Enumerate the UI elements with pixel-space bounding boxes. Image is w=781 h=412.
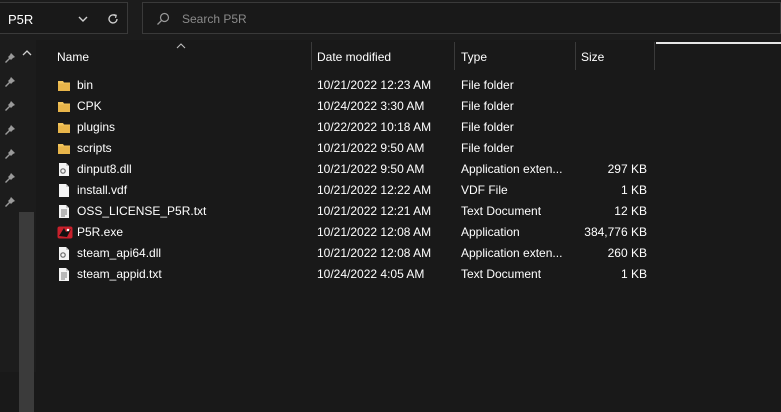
file-row[interactable]: scripts 10/21/2022 9:50 AM File folder	[36, 138, 781, 159]
file-date: 10/21/2022 9:50 AM	[317, 141, 425, 155]
file-size: 12 KB	[614, 204, 647, 218]
file-name: steam_api64.dll	[77, 246, 162, 260]
folder-icon	[57, 99, 71, 114]
search-input[interactable]: Search P5R	[182, 12, 247, 26]
file-type: File folder	[461, 120, 514, 134]
file-row[interactable]: CPK 10/24/2022 3:30 AM File folder	[36, 96, 781, 117]
file-type: Text Document	[461, 204, 542, 218]
file-list: bin 10/21/2022 12:23 AM File folder CPK …	[36, 75, 781, 285]
column-size[interactable]: Size	[581, 42, 604, 70]
file-row[interactable]: plugins 10/22/2022 10:18 AM File folder	[36, 117, 781, 138]
file-size: 297 KB	[607, 162, 647, 176]
file-type: File folder	[461, 78, 514, 92]
pin-icon[interactable]	[4, 148, 16, 160]
column-divider[interactable]	[311, 42, 312, 70]
file-size: 384,776 KB	[584, 225, 647, 239]
file-name: install.vdf	[77, 183, 128, 197]
file-row[interactable]: steam_api64.dll 10/21/2022 12:08 AM Appl…	[36, 243, 781, 264]
column-name[interactable]: Name	[57, 42, 89, 70]
toolbar: P5R Search P5R	[0, 0, 781, 40]
file-date: 10/21/2022 12:21 AM	[317, 204, 432, 218]
file-name: steam_appid.txt	[77, 267, 162, 281]
search-box[interactable]: Search P5R	[142, 2, 781, 34]
sort-ascending-icon	[176, 43, 186, 49]
navigation-pane	[0, 40, 36, 412]
file-type: VDF File	[461, 183, 508, 197]
file-date: 10/21/2022 9:50 AM	[317, 162, 425, 176]
pin-icon[interactable]	[4, 52, 16, 64]
column-divider[interactable]	[454, 42, 455, 70]
file-name: P5R.exe	[77, 225, 124, 239]
file-name: CPK	[77, 99, 102, 113]
file-date: 10/22/2022 10:18 AM	[317, 120, 432, 134]
file-date: 10/24/2022 4:05 AM	[317, 267, 425, 281]
file-name: dinput8.dll	[77, 162, 132, 176]
file-date: 10/21/2022 12:22 AM	[317, 183, 432, 197]
pin-icon[interactable]	[4, 100, 16, 112]
column-date-modified[interactable]: Date modified	[317, 42, 391, 70]
file-icon	[57, 183, 71, 198]
file-date: 10/21/2022 12:23 AM	[317, 78, 432, 92]
file-row[interactable]: bin 10/21/2022 12:23 AM File folder	[36, 75, 781, 96]
file-name: OSS_LICENSE_P5R.txt	[77, 204, 207, 218]
file-name: plugins	[77, 120, 116, 134]
chevron-up-icon[interactable]	[20, 48, 34, 58]
file-type: File folder	[461, 99, 514, 113]
file-date: 10/21/2022 12:08 AM	[317, 246, 432, 260]
pin-icon[interactable]	[4, 196, 16, 208]
file-row[interactable]: P5R.exe 10/21/2022 12:08 AM Application …	[36, 222, 781, 243]
file-name: scripts	[77, 141, 112, 155]
search-icon	[157, 12, 170, 25]
file-row[interactable]: dinput8.dll 10/21/2022 9:50 AM Applicati…	[36, 159, 781, 180]
address-path: P5R	[8, 12, 34, 27]
chevron-down-icon[interactable]	[76, 12, 90, 26]
file-name: bin	[77, 78, 94, 92]
dll-file-icon	[57, 246, 71, 261]
file-type: Text Document	[461, 267, 542, 281]
column-type[interactable]: Type	[461, 42, 487, 70]
file-row[interactable]: install.vdf 10/21/2022 12:22 AM VDF File…	[36, 180, 781, 201]
text-file-icon	[57, 204, 71, 219]
file-size: 1 KB	[620, 183, 647, 197]
refresh-icon[interactable]	[106, 12, 120, 26]
pin-icon[interactable]	[4, 76, 16, 88]
file-date: 10/24/2022 3:30 AM	[317, 99, 425, 113]
text-file-icon	[57, 267, 71, 282]
exe-app-icon	[57, 225, 73, 240]
file-type: Application exten...	[461, 246, 563, 260]
file-row[interactable]: OSS_LICENSE_P5R.txt 10/21/2022 12:21 AM …	[36, 201, 781, 222]
file-date: 10/21/2022 12:08 AM	[317, 225, 432, 239]
pin-icon[interactable]	[4, 124, 16, 136]
file-size: 1 KB	[620, 267, 647, 281]
file-size: 260 KB	[607, 246, 647, 260]
file-type: File folder	[461, 141, 514, 155]
folder-icon	[57, 141, 71, 156]
column-divider[interactable]	[575, 42, 576, 70]
dll-file-icon	[57, 162, 71, 177]
scrollbar-thumb[interactable]	[19, 212, 34, 412]
column-header: Name Date modified Type Size	[36, 42, 781, 70]
address-bar[interactable]: P5R	[0, 2, 128, 34]
file-row[interactable]: steam_appid.txt 10/24/2022 4:05 AM Text …	[36, 264, 781, 285]
column-divider[interactable]	[654, 42, 655, 70]
file-type: Application	[461, 225, 520, 239]
pin-icon[interactable]	[4, 172, 16, 184]
folder-icon	[57, 78, 71, 93]
file-type: Application exten...	[461, 162, 563, 176]
folder-icon	[57, 120, 71, 135]
